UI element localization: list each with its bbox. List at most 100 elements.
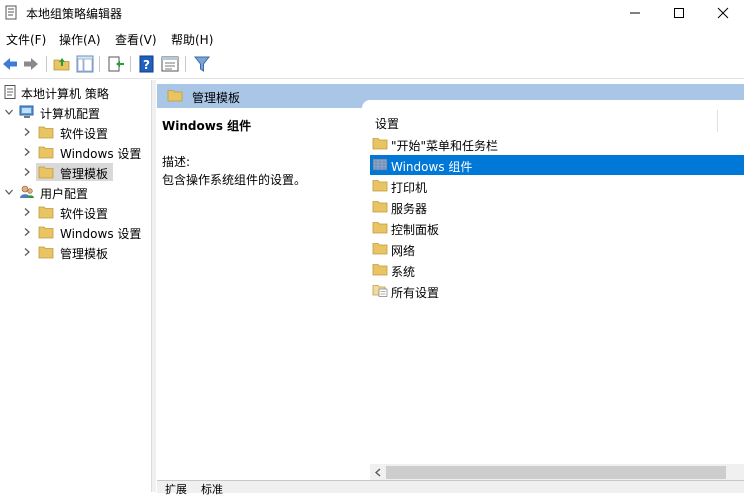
tab-extended[interactable]: 扩展 (165, 481, 187, 497)
folder-icon (38, 226, 54, 239)
toolbar: ? (0, 51, 744, 79)
chevron-right-icon[interactable] (22, 147, 32, 157)
tree-item-computer-windows-settings[interactable]: Windows 设置 (0, 142, 151, 162)
toolbar-separator (99, 56, 100, 72)
content-header-title: 管理模板 (192, 91, 241, 105)
settings-list: 设置 "开始"菜单和任务栏 Windows 组件 打印机 服务器 控制面板 网络… (362, 100, 744, 478)
scroll-left-icon[interactable] (372, 466, 384, 479)
chevron-right-icon[interactable] (22, 127, 32, 137)
column-separator[interactable] (717, 110, 718, 132)
menu-bar: 文件(F) 操作(A) 查看(V) 帮助(H) (0, 27, 744, 51)
close-button[interactable] (700, 0, 744, 26)
folder-icon (372, 264, 388, 276)
tree-item-user-config[interactable]: 用户配置 (0, 182, 151, 202)
menu-view[interactable]: 查看(V) (115, 31, 157, 48)
tree-item-user-windows-settings[interactable]: Windows 设置 (0, 222, 151, 242)
folder-icon (38, 166, 54, 179)
tree-item-user-software-settings[interactable]: 软件设置 (0, 202, 151, 222)
export-list-icon[interactable] (107, 55, 125, 73)
folder-icon (38, 206, 54, 219)
chevron-down-icon[interactable] (4, 187, 14, 197)
windows-components-icon (372, 158, 388, 171)
list-item-printers[interactable]: 打印机 (370, 176, 744, 196)
list-item-label: 网络 (391, 244, 416, 258)
folder-icon (38, 146, 54, 159)
folder-icon (372, 180, 388, 192)
minimize-icon (630, 12, 640, 14)
list-item-label: 系统 (391, 265, 416, 279)
list-item-system[interactable]: 系统 (370, 260, 744, 280)
title-bar: 本地组策略编辑器 (0, 0, 744, 26)
list-item-label: 打印机 (391, 181, 428, 195)
menu-help[interactable]: 帮助(H) (171, 31, 213, 48)
scrollbar-thumb[interactable] (386, 466, 726, 479)
policy-editor-icon (5, 5, 17, 20)
users-icon (20, 185, 34, 198)
folder-icon (38, 246, 54, 259)
folder-icon (372, 201, 388, 213)
list-item-control-panel[interactable]: 控制面板 (370, 218, 744, 238)
list-item-windows-components[interactable]: Windows 组件 (370, 155, 744, 175)
list-item-start-menu[interactable]: "开始"菜单和任务栏 (370, 134, 744, 154)
all-settings-icon (372, 285, 388, 297)
chevron-down-icon[interactable] (4, 107, 14, 117)
toolbar-separator (130, 56, 131, 72)
description-label: 描述: (162, 155, 191, 169)
close-icon (717, 7, 729, 19)
folder-icon (167, 90, 183, 102)
list-item-network[interactable]: 网络 (370, 239, 744, 259)
list-item-label: 服务器 (391, 202, 428, 216)
list-item-label: "开始"菜单和任务栏 (391, 139, 499, 153)
tree-pane: 本地计算机 策略 计算机配置 软件设置 Windows 设置 管理模板 用户配置… (0, 80, 151, 492)
filter-icon[interactable] (193, 55, 211, 73)
tree-item-label: Windows 设置 (60, 147, 142, 161)
list-item-label: 所有设置 (391, 286, 440, 300)
pane-splitter[interactable] (151, 80, 156, 492)
list-item-all-settings[interactable]: 所有设置 (370, 281, 744, 301)
back-icon[interactable] (1, 55, 19, 73)
maximize-button[interactable] (656, 0, 702, 26)
tree-item-computer-config[interactable]: 计算机配置 (0, 102, 151, 122)
column-header-setting[interactable]: 设置 (375, 115, 399, 132)
horizontal-scrollbar[interactable] (370, 464, 744, 481)
tree-item-label: 管理模板 (60, 247, 109, 261)
view-tabs: 扩展 标准 (157, 480, 744, 496)
list-item-server[interactable]: 服务器 (370, 197, 744, 217)
tree-item-label: 软件设置 (60, 127, 109, 141)
tab-standard[interactable]: 标准 (201, 481, 223, 497)
description-panel: Windows 组件 描述: 包含操作系统组件的设置。 (157, 108, 359, 478)
toolbar-separator (46, 56, 47, 72)
chevron-right-icon[interactable] (22, 247, 32, 257)
minimize-button[interactable] (612, 0, 658, 26)
chevron-right-icon[interactable] (22, 167, 32, 177)
chevron-right-icon[interactable] (22, 227, 32, 237)
tree-item-root[interactable]: 本地计算机 策略 (0, 82, 151, 102)
tree-item-label: 计算机配置 (40, 107, 101, 121)
tree-item-label: 软件设置 (60, 207, 109, 221)
svg-text:?: ? (143, 58, 150, 72)
properties-icon[interactable] (161, 55, 179, 73)
description-heading: Windows 组件 (162, 119, 252, 133)
folder-icon (372, 222, 388, 234)
list-item-label: 控制面板 (391, 223, 440, 237)
up-folder-icon[interactable] (53, 55, 71, 73)
show-hide-tree-icon[interactable] (76, 55, 94, 73)
forward-icon[interactable] (22, 55, 40, 73)
folder-icon (38, 126, 54, 139)
tree-item-computer-admin-templates[interactable]: 管理模板 (0, 162, 151, 182)
window-title: 本地组策略编辑器 (26, 7, 123, 21)
menu-action[interactable]: 操作(A) (59, 31, 101, 48)
tree-item-user-admin-templates[interactable]: 管理模板 (0, 242, 151, 262)
computer-icon (19, 105, 34, 118)
chevron-right-icon[interactable] (22, 207, 32, 217)
menu-file[interactable]: 文件(F) (6, 31, 46, 48)
tree-item-label: 用户配置 (40, 187, 89, 201)
tree-item-label: 本地计算机 策略 (21, 87, 109, 101)
maximize-icon (674, 8, 684, 18)
tree-item-label: Windows 设置 (60, 227, 142, 241)
tree-item-computer-software-settings[interactable]: 软件设置 (0, 122, 151, 142)
folder-icon (372, 138, 388, 150)
description-text: 包含操作系统组件的设置。 (162, 173, 307, 187)
tree-item-label: 管理模板 (60, 167, 109, 181)
help-icon[interactable]: ? (138, 55, 156, 73)
